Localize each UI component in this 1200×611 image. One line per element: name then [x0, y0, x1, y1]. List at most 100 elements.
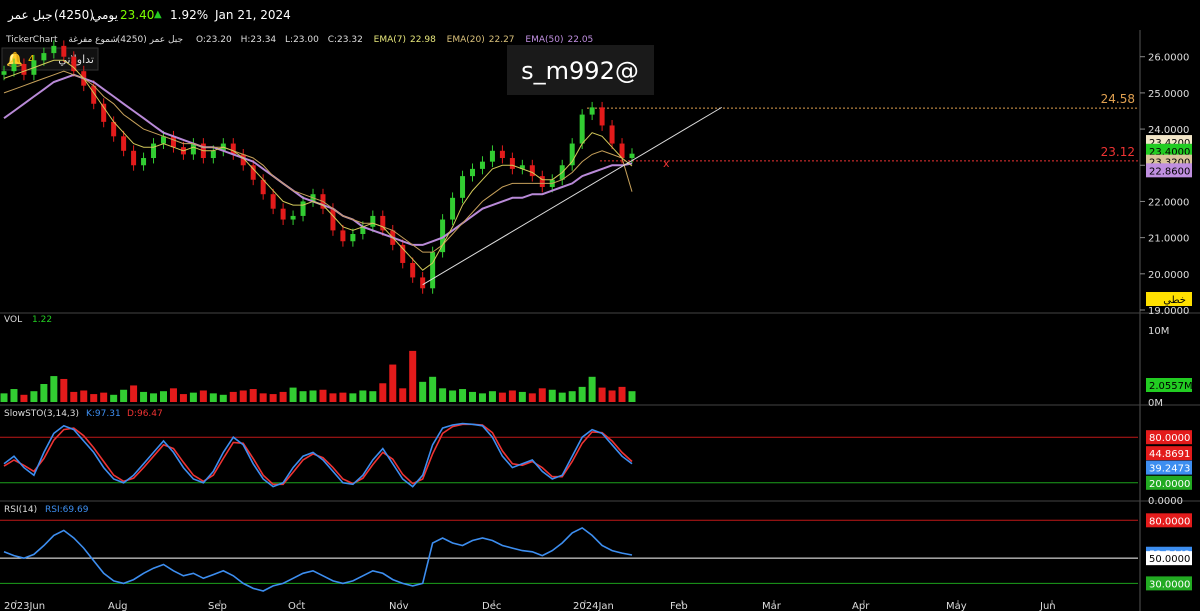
candle-down: [609, 125, 615, 144]
volume-bar: [369, 391, 377, 402]
high-value: 23.34: [250, 35, 276, 45]
candle-down: [539, 176, 545, 187]
x-tick-label: 2023Jun: [4, 601, 45, 611]
volume-bar: [359, 390, 367, 402]
volume-bar: [419, 381, 427, 402]
volume-bar: [508, 390, 516, 402]
low-value: 23.00: [293, 35, 319, 45]
stochastic-tag-label: 44.8691: [1149, 449, 1190, 460]
volume-bar: [399, 388, 407, 402]
volume-bar: [568, 391, 576, 402]
candle-down: [340, 230, 346, 242]
volume-bar: [488, 391, 496, 402]
ema50-label: EMA(50): [525, 35, 563, 45]
candle-down: [509, 158, 515, 169]
x-tick-label: Oct: [288, 601, 305, 611]
volume-bar: [558, 392, 566, 402]
volume-bar: [618, 386, 626, 402]
volume-bar: [249, 389, 257, 402]
volume-bar: [339, 392, 347, 402]
candle-down: [270, 194, 276, 209]
x-tick-label: Jun: [1039, 601, 1056, 611]
volume-bar: [159, 391, 167, 402]
stochastic-tag-label: 39.2473: [1149, 464, 1190, 475]
volume-bar: [130, 385, 138, 402]
candle-up: [210, 150, 216, 159]
volume-bar: [628, 391, 636, 402]
candle-up: [51, 45, 57, 54]
y-tick-label: 25.0000: [1148, 89, 1189, 100]
candle-up: [470, 168, 476, 177]
header-bar: جبل عمر (4250) يومي 23.40 ▲ 1.92% Jan 21…: [0, 0, 1200, 30]
volume-bar: [279, 391, 287, 402]
volume-bar: [110, 394, 118, 402]
rsi-value-label: RSI:69.69: [45, 505, 89, 515]
low-label: L:: [285, 35, 293, 45]
symbol-label: جبل عمر (4250): [117, 35, 183, 45]
candle-up: [489, 150, 495, 162]
volume-bar: [209, 393, 217, 402]
volume-bar: [449, 390, 457, 402]
y-tick-label: 20.0000: [1148, 270, 1189, 281]
y-tick-label: 24.0000: [1148, 125, 1189, 136]
volume-bar: [20, 394, 28, 402]
volume-bar: [259, 393, 267, 402]
candle-down: [330, 208, 336, 231]
candle-up: [450, 197, 456, 220]
candle-up: [141, 158, 147, 166]
volume-bar: [548, 389, 556, 402]
volume-bar: [199, 390, 207, 402]
volume-bar: [90, 394, 98, 402]
volume-bar: [269, 394, 277, 402]
open-value: 23.20: [206, 35, 232, 45]
y-tick-label: 22.0000: [1148, 197, 1189, 208]
x-tick-label: Aug: [108, 601, 128, 611]
volume-bar: [528, 393, 536, 402]
candle-down: [21, 63, 27, 75]
volume-bar: [10, 389, 18, 402]
period-label[interactable]: يومي: [92, 8, 118, 22]
ema20-label: EMA(20): [447, 35, 485, 45]
volume-bar: [379, 383, 387, 402]
volume-bar: [60, 378, 68, 402]
up-arrow-icon: ▲: [154, 9, 162, 20]
candle-up: [41, 53, 47, 61]
rsi-tag-label: 50.0000: [1149, 554, 1190, 565]
trendline-tag-label: خطي: [1163, 295, 1186, 306]
chart-area[interactable]: TickerChart جبل عمر (4250) شموع مفرغة O:…: [0, 30, 1200, 611]
x-tick-label: Dec: [482, 601, 501, 611]
volume-tag-label: 2.0557M: [1149, 381, 1193, 392]
candle-up: [11, 63, 17, 72]
volume-tick-label: 0M: [1148, 398, 1163, 409]
stock-name: جبل عمر: [8, 8, 53, 22]
volume-bar: [478, 393, 486, 402]
y-tick-label: 26.0000: [1148, 53, 1189, 64]
x-tick-label: 2024Jan: [573, 601, 614, 611]
candle-type-label: شموع مفرغة: [68, 35, 118, 45]
candle-up: [1, 71, 7, 75]
volume-bar: [150, 393, 158, 402]
level-label: 24.58: [1101, 92, 1135, 106]
candle-up: [300, 201, 306, 216]
candle-down: [121, 136, 127, 151]
volume-bar: [179, 394, 187, 402]
change-percent: 1.92%: [170, 8, 209, 22]
candle-down: [280, 208, 286, 220]
volume-bar: [349, 393, 357, 402]
y-tick-label: 21.0000: [1148, 234, 1189, 245]
candle-up: [290, 215, 296, 220]
volume-bar: [459, 389, 467, 402]
candle-down: [131, 150, 137, 166]
stochastic-tag-label: 20.0000: [1149, 479, 1190, 490]
ema20-value: 22.27: [489, 35, 515, 45]
candle-down: [400, 244, 406, 263]
volume-bar: [538, 388, 546, 402]
ema7-value: 22.98: [410, 35, 436, 45]
stochastic-d-label: D:96.47: [127, 409, 163, 419]
volume-bar: [299, 391, 307, 402]
volume-bar: [309, 390, 317, 402]
volume-bar: [169, 388, 177, 402]
chart-info-line: TickerChart جبل عمر (4250) شموع مفرغة O:…: [5, 35, 593, 45]
volume-bar: [439, 388, 447, 402]
candle-down: [410, 262, 416, 278]
